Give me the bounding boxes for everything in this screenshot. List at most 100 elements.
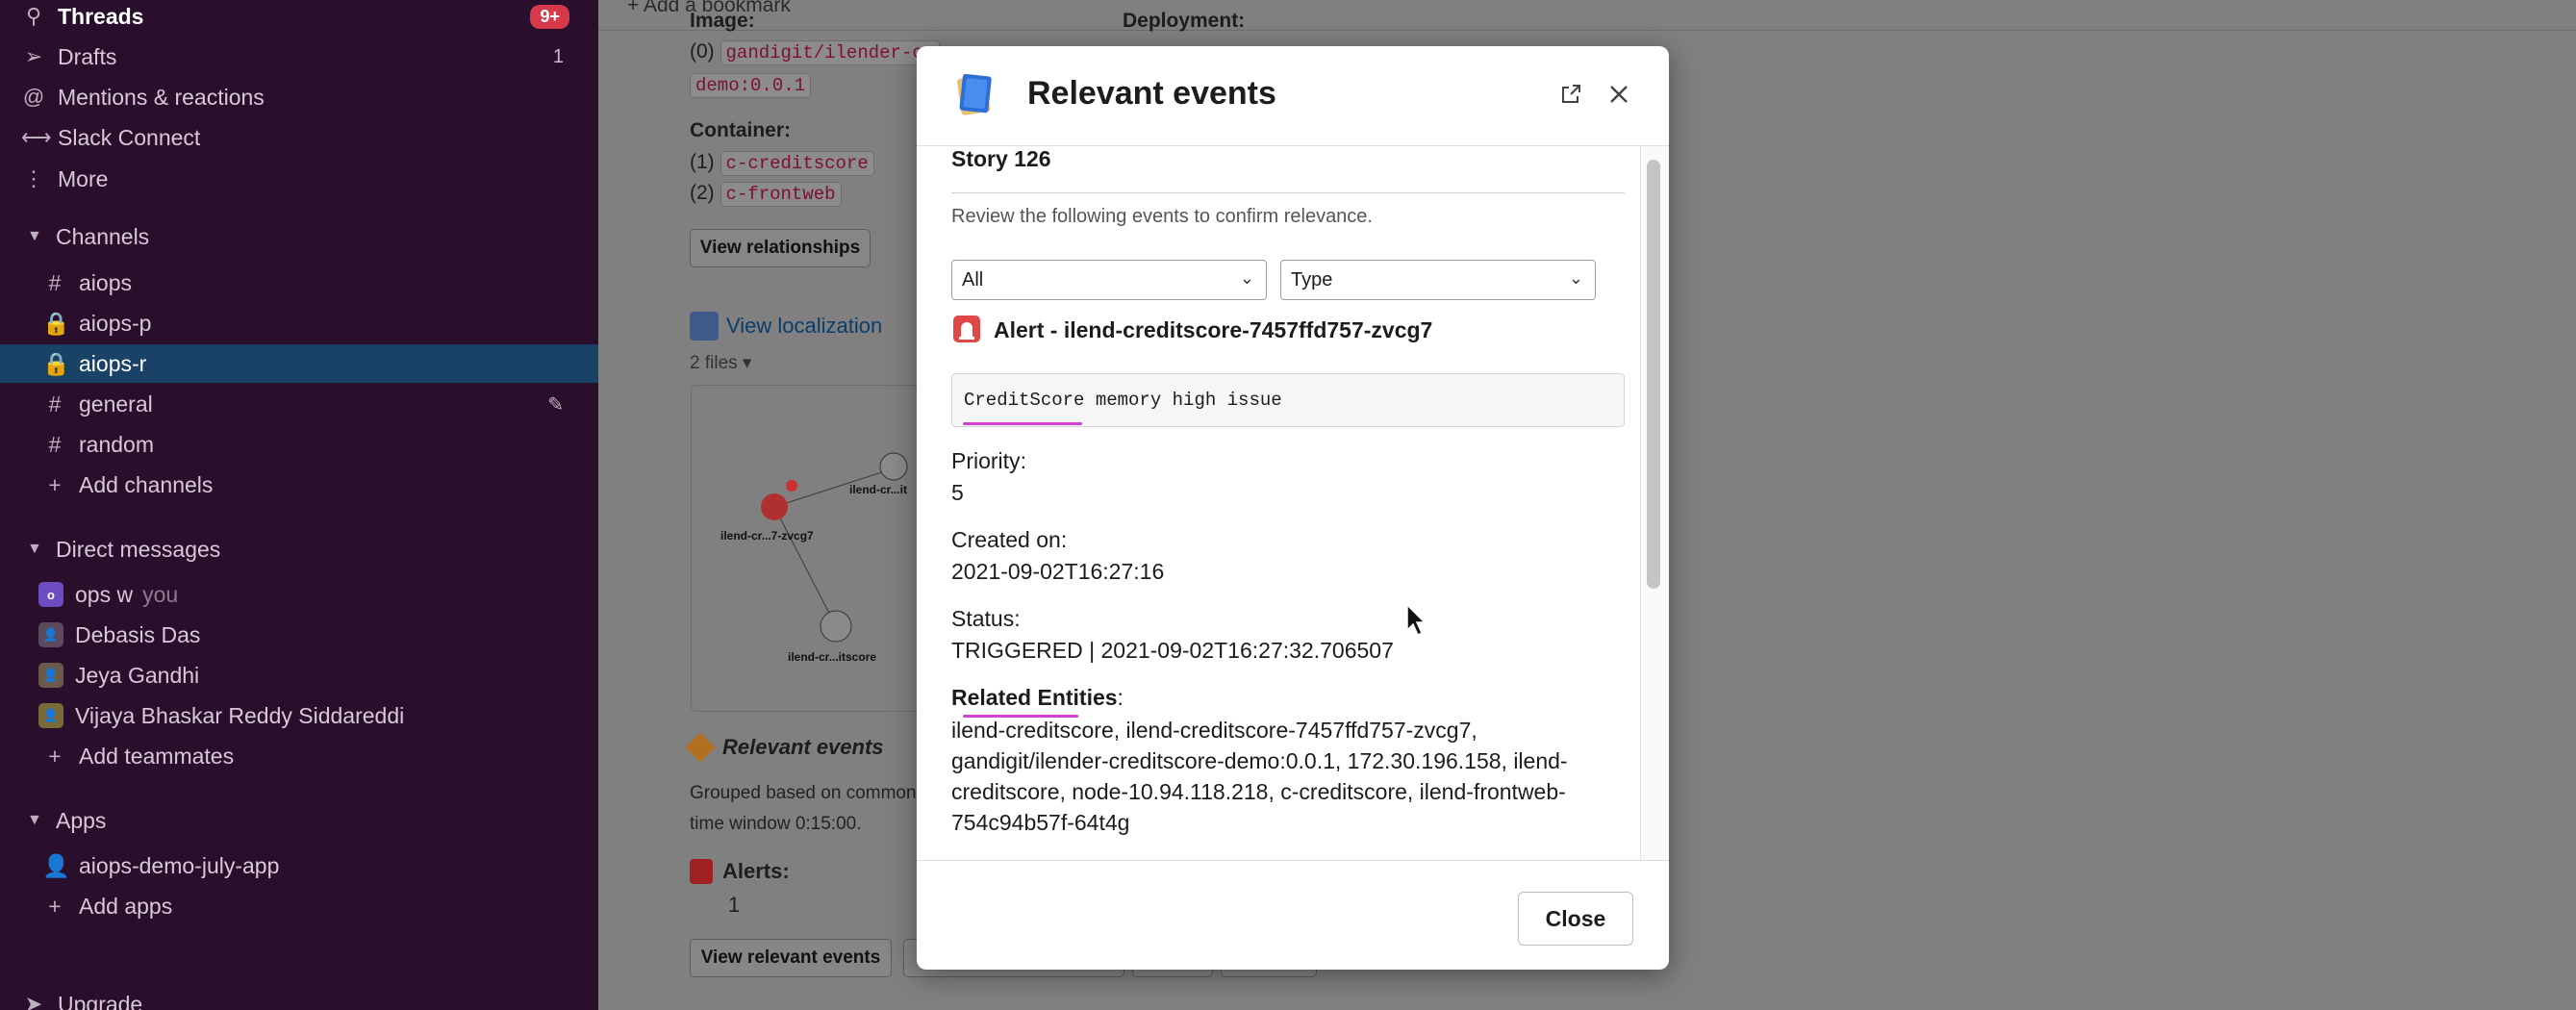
status-value: TRIGGERED | 2021-09-02T16:27:32.706507 [951, 638, 1394, 663]
relevant-events-heading: Relevant events [685, 732, 884, 763]
caret-down-icon: ▼ [27, 541, 42, 557]
mentions-icon: @ [22, 85, 45, 109]
close-button[interactable]: Close [1518, 892, 1633, 946]
intro-text: Review the following events to confirm r… [951, 206, 1373, 227]
colon: : [1014, 606, 1021, 631]
sidebar-item-mentions[interactable]: @ Mentions & reactions [0, 78, 598, 116]
sidebar-item-label: Threads [58, 3, 144, 29]
sidebar-item-channel-random[interactable]: # random [0, 425, 598, 464]
sidebar-item-dm-jeya[interactable]: 👤 Jeya Gandhi [0, 656, 598, 694]
image-value-cont: demo:0.0.1 [690, 73, 812, 98]
sidebar-item-threads[interactable]: ⚲ Threads 9+ [0, 0, 598, 36]
slack-connect-icon: ⟷ [21, 125, 52, 149]
add-teammates-label: Add teammates [79, 743, 235, 769]
graph-node-label: ilend-cr...it [849, 483, 907, 496]
colon: : [1020, 448, 1026, 473]
type-select[interactable]: Type ⌄ [1280, 260, 1596, 300]
divider [951, 192, 1625, 193]
dm-section-header[interactable]: ▼ Direct messages [0, 530, 598, 568]
plus-icon: + [48, 893, 62, 919]
image-value: (0) gandigit/ilender-cr [690, 40, 941, 65]
caret-down-icon: ▼ [27, 812, 42, 828]
sidebar-item-app[interactable]: 👤 aiops-demo-july-app [0, 846, 598, 885]
drafts-icon: ➢ [24, 44, 43, 68]
modal-title: Relevant events [1027, 75, 1276, 112]
app-logo-icon [957, 73, 992, 115]
add-channels-label: Add channels [79, 471, 214, 497]
open-external-icon[interactable] [1553, 77, 1588, 112]
channel-label: general [79, 391, 153, 417]
view-relevant-events-button[interactable]: View relevant events [690, 939, 892, 977]
siren-icon [690, 859, 713, 884]
graph-node-label: ilend-cr...itscore [788, 650, 876, 664]
container-code: c-creditscore [720, 151, 874, 176]
relevant-events-modal: Relevant events Story 126 Review the fol… [917, 46, 1669, 970]
avatar: o [38, 582, 63, 607]
priority-label: Priority: [951, 448, 1026, 474]
section-label: Apps [56, 807, 107, 833]
add-channels-button[interactable]: + Add channels [0, 466, 598, 504]
created-label-text: Created on [951, 527, 1061, 552]
upgrade-button[interactable]: ➤ Upgrade [0, 985, 598, 1010]
sidebar-item-slack-connect[interactable]: ⟷ Slack Connect [0, 118, 598, 157]
graph-edge [773, 506, 837, 627]
graph-node[interactable] [879, 452, 908, 481]
graph-node[interactable] [820, 610, 852, 643]
channel-label: aiops [79, 269, 132, 295]
caret-down-icon: ▼ [27, 228, 42, 244]
graph-node-label: ilend-cr...7-zvcg7 [720, 529, 814, 543]
pencil-icon[interactable]: ✎ [547, 392, 564, 417]
container-index: (2) [690, 182, 715, 204]
graph-svg: ilend-cr...7-zvcg7 ilend-cr...it ilend-c… [720, 452, 908, 664]
close-icon[interactable] [1602, 77, 1636, 112]
threads-icon: ⚲ [25, 4, 42, 28]
sidebar-item-drafts[interactable]: ➢ Drafts 1 [0, 38, 598, 76]
image-code: gandigit/ilender-cr [720, 40, 941, 65]
drafts-count: 1 [552, 45, 564, 67]
add-apps-button[interactable]: + Add apps [0, 887, 598, 925]
scrollbar-thumb[interactable] [1647, 160, 1660, 589]
filter-select[interactable]: All ⌄ [951, 260, 1267, 300]
spellcheck-underline [963, 422, 1082, 425]
view-relationships-button[interactable]: View relationships [690, 229, 871, 267]
priority-label-text: Priority [951, 448, 1021, 473]
channel-label: aiops-r [79, 350, 147, 376]
sidebar-item-channel-aiops-r[interactable]: 🔒 aiops-r [0, 344, 598, 383]
sidebar-item-more[interactable]: ⋮ More [0, 160, 598, 198]
lock-icon: 🔒 [42, 310, 70, 336]
chevron-down-icon: ⌄ [1239, 268, 1254, 288]
view-localization-link[interactable]: View localization [690, 312, 882, 341]
colon: : [1117, 685, 1124, 710]
priority-value: 5 [951, 480, 964, 505]
channels-section-header[interactable]: ▼ Channels [0, 217, 598, 256]
alerts-label: Alerts: [722, 859, 790, 883]
created-label: Created on: [951, 527, 1067, 553]
apps-section-header[interactable]: ▼ Apps [0, 801, 598, 840]
avatar: 👤 [38, 703, 63, 728]
files-label: 2 files [690, 353, 738, 373]
sidebar-item-dm-debasis[interactable]: 👤 Debasis Das [0, 616, 598, 654]
sidebar-item-channel-aiops-p[interactable]: 🔒 aiops-p [0, 304, 598, 342]
section-label: Channels [56, 223, 150, 249]
graph-node-alert[interactable] [761, 493, 788, 520]
files-toggle[interactable]: 2 files ▾ [690, 352, 751, 374]
sidebar-item-label: Drafts [58, 43, 117, 69]
sidebar-item-dm-vijaya[interactable]: 👤 Vijaya Bhaskar Reddy Siddareddi [0, 696, 598, 735]
bookmark-bar: + Add a bookmark [598, 0, 2576, 31]
upgrade-label: Upgrade [58, 991, 143, 1010]
view-localization-label: View localization [726, 314, 883, 338]
sidebar-item-dm-ops-w[interactable]: o ops w you [0, 575, 598, 614]
add-apps-label: Add apps [79, 893, 173, 919]
person-icon: 👤 [42, 852, 70, 878]
add-teammates-button[interactable]: + Add teammates [0, 737, 598, 775]
app-label: aiops-demo-july-app [79, 852, 280, 878]
sidebar-item-channel-aiops[interactable]: # aiops [0, 264, 598, 302]
relevant-events-title: Relevant events [722, 735, 884, 759]
modal-footer: Close [917, 860, 1669, 970]
status-label-text: Status [951, 606, 1015, 631]
story-title: Story 126 [951, 146, 1051, 171]
image-label: Image: [690, 10, 755, 32]
created-value: 2021-09-02T16:27:16 [951, 559, 1165, 584]
sidebar-item-label: More [58, 165, 109, 191]
sidebar-item-channel-general[interactable]: # general ✎ [0, 385, 598, 423]
